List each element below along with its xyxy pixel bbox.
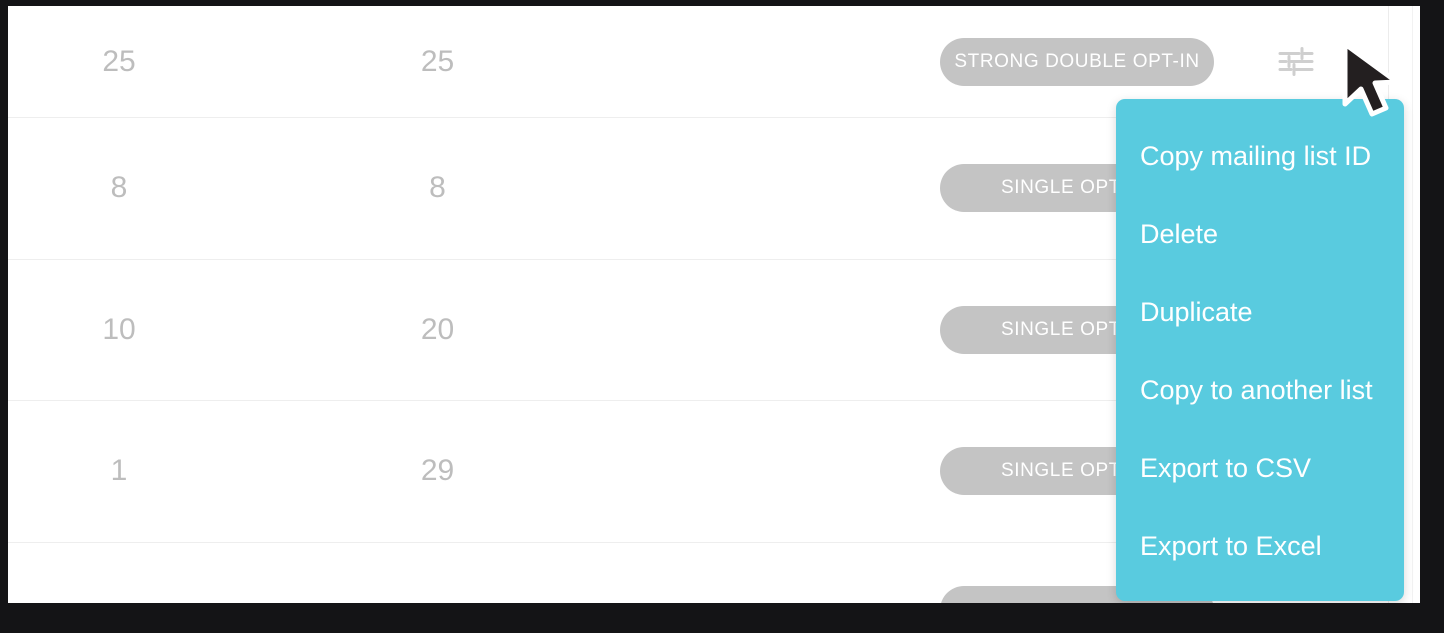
content-outer-divider bbox=[1412, 6, 1413, 603]
menu-item-copy-to-another-list[interactable]: Copy to another list bbox=[1116, 351, 1404, 429]
menu-item-duplicate[interactable]: Duplicate bbox=[1116, 273, 1404, 351]
sliders-icon[interactable] bbox=[1277, 47, 1315, 77]
menu-item-export-to-excel[interactable]: Export to Excel bbox=[1116, 507, 1404, 585]
row-count-b: 25 bbox=[420, 44, 455, 78]
menu-item-copy-mailing-list-id[interactable]: Copy mailing list ID bbox=[1116, 117, 1404, 195]
row-count-a: 10 bbox=[102, 312, 136, 346]
kebab-dot bbox=[1343, 58, 1351, 65]
menu-item-delete[interactable]: Delete bbox=[1116, 195, 1404, 273]
status-badge: STRONG DOUBLE OPT-IN bbox=[940, 37, 1214, 86]
more-vertical-icon[interactable] bbox=[1343, 46, 1351, 77]
menu-item-export-to-csv[interactable]: Export to CSV bbox=[1116, 429, 1404, 507]
kebab-dot bbox=[1343, 70, 1351, 77]
window-frame: 25 25 STRONG DOUBLE OPT-IN 8 8 SINGLE OP… bbox=[0, 0, 1444, 633]
row-count-b: 8 bbox=[429, 171, 446, 205]
row-actions bbox=[1277, 46, 1351, 77]
row-count-a: 8 bbox=[110, 171, 128, 205]
row-count-b: 29 bbox=[420, 454, 455, 488]
app-viewport: 25 25 STRONG DOUBLE OPT-IN 8 8 SINGLE OP… bbox=[8, 6, 1420, 603]
row-context-menu[interactable]: Copy mailing list ID Delete Duplicate Co… bbox=[1116, 99, 1404, 601]
kebab-dot bbox=[1343, 46, 1351, 53]
row-count-b: 20 bbox=[420, 312, 455, 346]
row-count-a: 25 bbox=[102, 44, 136, 78]
row-count-a: 1 bbox=[110, 454, 128, 488]
